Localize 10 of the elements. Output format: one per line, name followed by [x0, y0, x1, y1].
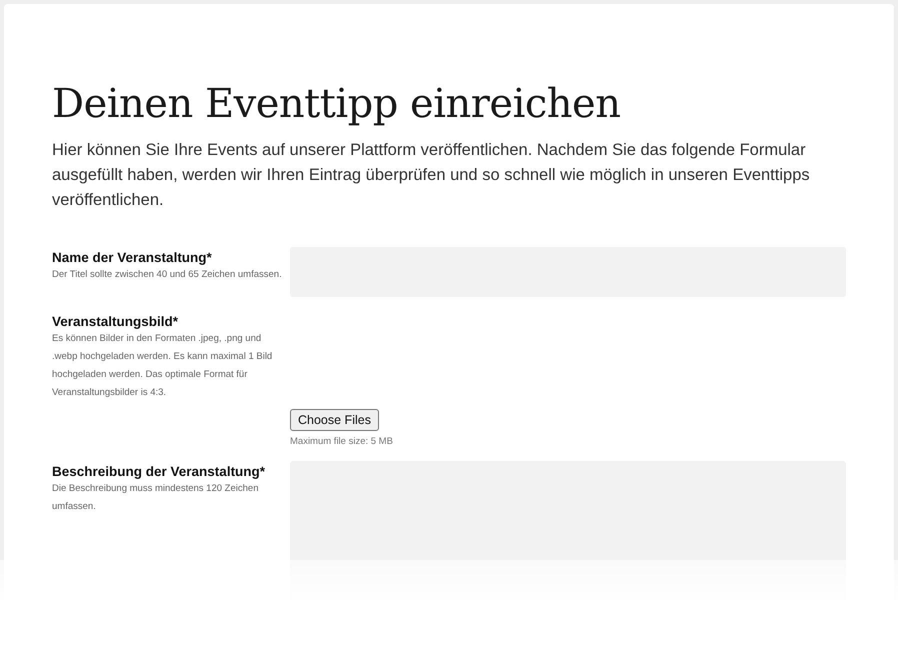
choose-files-button[interactable]: Choose Files — [290, 409, 379, 431]
intro-text: Hier können Sie Ihre Events auf unserer Plattform veröffentlichen. Nachdem Sie das folgende Formular ausgefüllt haben, werden wir Ihren Eintrag überprüfen und so schnell wie möglich in unseren Eventtipps veröffentlichen. — [52, 140, 811, 211]
field-help-text: Der Titel sollte zwischen 40 und 65 Zeichen umfassen. — [52, 268, 283, 282]
field-label: Veranstaltungsbild* — [52, 313, 180, 330]
field-help-text: Es können Bilder in den Formaten .jpeg, .png und .webp hochgeladen werden. Es kann maximal 1 Bild hochgeladen werden. Das optimale Format für Veranstaltungsbilder is 4:3. — [52, 332, 274, 400]
page-title: Deinen Eventtipp einreichen — [52, 80, 622, 128]
field-help-text: Die Beschreibung muss mindestens 120 Zeichen umfassen. — [52, 482, 260, 514]
field-label: Name der Veranstaltung* — [52, 249, 213, 266]
file-size-note: Maximum file size: 5 MB — [290, 436, 393, 447]
field-label: Beschreibung der Veranstaltung* — [52, 463, 266, 480]
